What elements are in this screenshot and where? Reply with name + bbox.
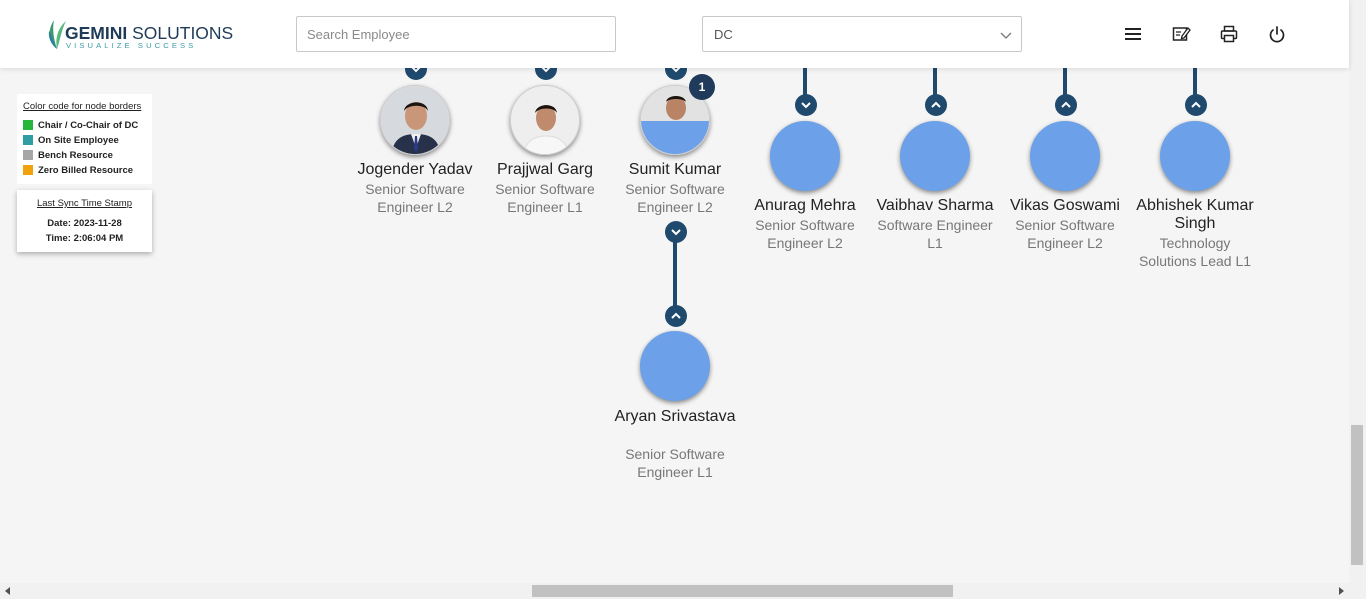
expand-toggle[interactable] xyxy=(665,305,687,327)
employee-designation: Technology Solutions Lead L1 xyxy=(1138,235,1252,269)
employee-name: Vikas Goswami xyxy=(1010,197,1120,214)
employee-designation: Senior Software Engineer L2 xyxy=(625,181,725,215)
chevron-down-icon xyxy=(411,68,421,73)
dc-select-value: DC xyxy=(714,27,733,42)
employee-designation: Software Engineer L1 xyxy=(877,217,993,251)
chevron-down-icon xyxy=(1000,32,1012,39)
vertical-scroll-thumb[interactable] xyxy=(1351,425,1363,565)
employee-designation: Senior Software Engineer L2 xyxy=(1015,217,1115,251)
employee-avatar[interactable] xyxy=(510,85,580,155)
scroll-right-arrow-icon[interactable] xyxy=(1333,583,1349,599)
collapse-toggle[interactable] xyxy=(665,68,687,80)
collapse-toggle[interactable] xyxy=(405,68,427,80)
employee-name: Sumit Kumar xyxy=(628,161,722,178)
employee-avatar[interactable] xyxy=(1160,121,1230,191)
printer-icon[interactable] xyxy=(1219,24,1239,44)
tree-connector xyxy=(673,240,677,308)
employee-avatar[interactable] xyxy=(770,121,840,191)
menu-icon[interactable] xyxy=(1123,24,1143,44)
chevron-up-icon xyxy=(1191,101,1201,108)
employee-name: Anurag Mehra xyxy=(754,197,856,214)
horizontal-scrollbar[interactable] xyxy=(0,583,1366,599)
scroll-left-arrow-icon[interactable] xyxy=(0,583,16,599)
employee-name: Aryan Srivastava xyxy=(614,408,736,425)
reportee-count-badge: 1 xyxy=(689,74,715,100)
logo-tagline: VISUALIZE SUCCESS xyxy=(66,41,197,50)
org-chart: Jogender Yadav Senior Software Engineer … xyxy=(0,68,1349,582)
employee-designation: Senior Software Engineer L1 xyxy=(495,181,595,215)
employee-avatar[interactable] xyxy=(640,331,710,401)
expand-toggle[interactable] xyxy=(925,94,947,116)
expand-toggle[interactable] xyxy=(1055,94,1077,116)
search-employee-input[interactable] xyxy=(296,16,616,52)
employee-avatar[interactable] xyxy=(1030,121,1100,191)
collapse-toggle[interactable] xyxy=(795,94,817,116)
chevron-down-icon xyxy=(671,68,681,73)
edit-note-icon[interactable] xyxy=(1171,24,1191,44)
horizontal-scroll-thumb[interactable] xyxy=(532,585,953,597)
dc-select[interactable]: DC xyxy=(702,16,1022,52)
chevron-up-icon xyxy=(1061,101,1071,108)
employee-name: Abhishek Kumar Singh xyxy=(1136,197,1254,232)
power-icon[interactable] xyxy=(1267,24,1287,44)
employee-name: Vaibhav Sharma xyxy=(876,197,994,214)
gemini-logo[interactable]: GEMINI SOLUTIONS VISUALIZE SUCCESS xyxy=(46,18,233,52)
chevron-down-icon xyxy=(541,68,551,73)
expand-toggle[interactable] xyxy=(1185,94,1207,116)
employee-designation: Senior Software Engineer L2 xyxy=(365,181,465,215)
employee-photo xyxy=(511,86,579,154)
employee-name: Jogender Yadav xyxy=(357,161,473,178)
top-header: GEMINI SOLUTIONS VISUALIZE SUCCESS DC xyxy=(0,0,1349,68)
chevron-down-icon xyxy=(671,229,681,236)
employee-designation: Senior Software Engineer L1 xyxy=(625,446,725,480)
collapse-toggle[interactable] xyxy=(535,68,557,80)
chevron-up-icon xyxy=(931,101,941,108)
employee-photo xyxy=(381,86,449,154)
employee-avatar[interactable] xyxy=(900,121,970,191)
employee-avatar[interactable] xyxy=(380,85,450,155)
employee-designation: Senior Software Engineer L2 xyxy=(755,217,855,251)
vertical-scrollbar[interactable] xyxy=(1349,0,1366,583)
chevron-up-icon xyxy=(671,312,681,319)
employee-name: Prajjwal Garg xyxy=(496,161,594,178)
chevron-down-icon xyxy=(801,102,811,109)
